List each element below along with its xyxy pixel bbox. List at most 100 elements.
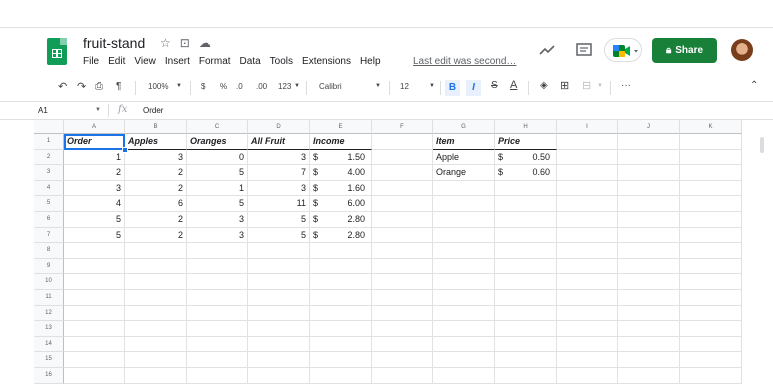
menu-format[interactable]: Format: [199, 56, 231, 67]
cell[interactable]: [433, 196, 495, 212]
last-edit-link[interactable]: Last edit was second…: [413, 56, 516, 67]
cell[interactable]: [680, 336, 742, 353]
cell[interactable]: [372, 336, 433, 353]
cell-all-fruit[interactable]: 3: [248, 180, 310, 197]
cell-oranges[interactable]: 3: [187, 212, 248, 228]
cell-order[interactable]: 5: [64, 227, 125, 244]
cell[interactable]: [187, 321, 248, 337]
italic-button[interactable]: I: [466, 80, 481, 96]
cell[interactable]: [187, 243, 248, 259]
cell[interactable]: [618, 165, 680, 181]
cell[interactable]: [495, 258, 557, 275]
text-color-button[interactable]: A: [510, 79, 517, 91]
cell[interactable]: [433, 258, 495, 275]
row-header-5[interactable]: 5: [34, 196, 64, 212]
column-header-h[interactable]: H: [495, 120, 557, 134]
column-header-f[interactable]: F: [372, 120, 433, 134]
meet-button[interactable]: [604, 38, 642, 62]
menu-edit[interactable]: Edit: [108, 56, 125, 67]
cell[interactable]: [433, 290, 495, 306]
row-header-1[interactable]: 1: [34, 134, 64, 150]
cell[interactable]: [495, 368, 557, 384]
cell[interactable]: [618, 336, 680, 353]
document-title[interactable]: fruit-stand: [83, 35, 145, 51]
row-header-13[interactable]: 13: [34, 321, 64, 337]
cell[interactable]: [372, 196, 433, 212]
cell-apples[interactable]: 3: [125, 149, 187, 166]
trend-icon[interactable]: [537, 40, 557, 60]
print-icon[interactable]: ⎙: [95, 81, 103, 92]
cell[interactable]: [495, 336, 557, 353]
cell[interactable]: [125, 243, 187, 259]
cell[interactable]: [248, 352, 310, 368]
menu-tools[interactable]: Tools: [270, 56, 293, 67]
row-header-16[interactable]: 16: [34, 368, 64, 384]
cell[interactable]: [618, 258, 680, 275]
row-header-2[interactable]: 2: [34, 149, 64, 166]
row-header-3[interactable]: 3: [34, 165, 64, 181]
cell[interactable]: [64, 305, 125, 322]
column-header-g[interactable]: G: [433, 120, 495, 134]
cell[interactable]: [372, 243, 433, 259]
percent-format-button[interactable]: %: [220, 82, 227, 91]
cell[interactable]: [310, 305, 372, 322]
column-header-k[interactable]: K: [680, 120, 742, 134]
cell[interactable]: [433, 243, 495, 259]
cell[interactable]: [64, 368, 125, 384]
cell[interactable]: [64, 352, 125, 368]
paint-format-icon[interactable]: ¶: [116, 81, 121, 92]
cell-income[interactable]: $2.80: [310, 227, 372, 244]
cell[interactable]: [557, 368, 618, 384]
cell-apples[interactable]: 2: [125, 212, 187, 228]
cell[interactable]: [372, 134, 433, 150]
cell[interactable]: [372, 352, 433, 368]
cell-oranges[interactable]: 1: [187, 180, 248, 197]
cell[interactable]: [618, 134, 680, 150]
undo-icon[interactable]: ↶: [58, 80, 67, 93]
cell-oranges[interactable]: 3: [187, 227, 248, 244]
cell[interactable]: [618, 227, 680, 244]
cell[interactable]: [557, 180, 618, 197]
cell[interactable]: [187, 258, 248, 275]
font-select[interactable]: Calibri: [319, 82, 342, 91]
cell[interactable]: [187, 336, 248, 353]
cell-apples[interactable]: 2: [125, 227, 187, 244]
more-formats-button[interactable]: 123: [278, 82, 291, 91]
cell[interactable]: [310, 321, 372, 337]
cell[interactable]: [680, 258, 742, 275]
cell[interactable]: [680, 274, 742, 290]
cell[interactable]: [495, 352, 557, 368]
cell[interactable]: [372, 180, 433, 197]
cell-apples[interactable]: 6: [125, 196, 187, 212]
row-header-15[interactable]: 15: [34, 352, 64, 368]
header-cell-income[interactable]: Income: [310, 134, 372, 150]
cell[interactable]: [372, 165, 433, 181]
font-size-select[interactable]: 12: [400, 82, 409, 91]
name-box[interactable]: A1: [38, 106, 48, 115]
cell[interactable]: [372, 149, 433, 166]
column-header-d[interactable]: D: [248, 120, 310, 134]
column-header-a[interactable]: A: [64, 120, 125, 134]
row-header-9[interactable]: 9: [34, 258, 64, 275]
cell[interactable]: [557, 290, 618, 306]
cell-apples[interactable]: 2: [125, 165, 187, 181]
cell[interactable]: [310, 274, 372, 290]
cell[interactable]: [495, 196, 557, 212]
borders-icon[interactable]: ⊞: [560, 79, 569, 92]
cell[interactable]: [372, 290, 433, 306]
cell[interactable]: [187, 290, 248, 306]
cell[interactable]: [125, 305, 187, 322]
cell[interactable]: [495, 243, 557, 259]
row-header-14[interactable]: 14: [34, 336, 64, 353]
cell[interactable]: [248, 305, 310, 322]
increase-decimal-button[interactable]: .00: [256, 82, 267, 91]
cell[interactable]: [372, 305, 433, 322]
cell-all-fruit[interactable]: 3: [248, 149, 310, 166]
cell-order[interactable]: 1: [64, 149, 125, 166]
cell[interactable]: [64, 258, 125, 275]
cell[interactable]: [680, 149, 742, 166]
cell-price[interactable]: $0.60: [495, 165, 557, 181]
cell[interactable]: [372, 258, 433, 275]
decrease-decimal-button[interactable]: .0: [236, 82, 243, 91]
cell-oranges[interactable]: 0: [187, 149, 248, 166]
